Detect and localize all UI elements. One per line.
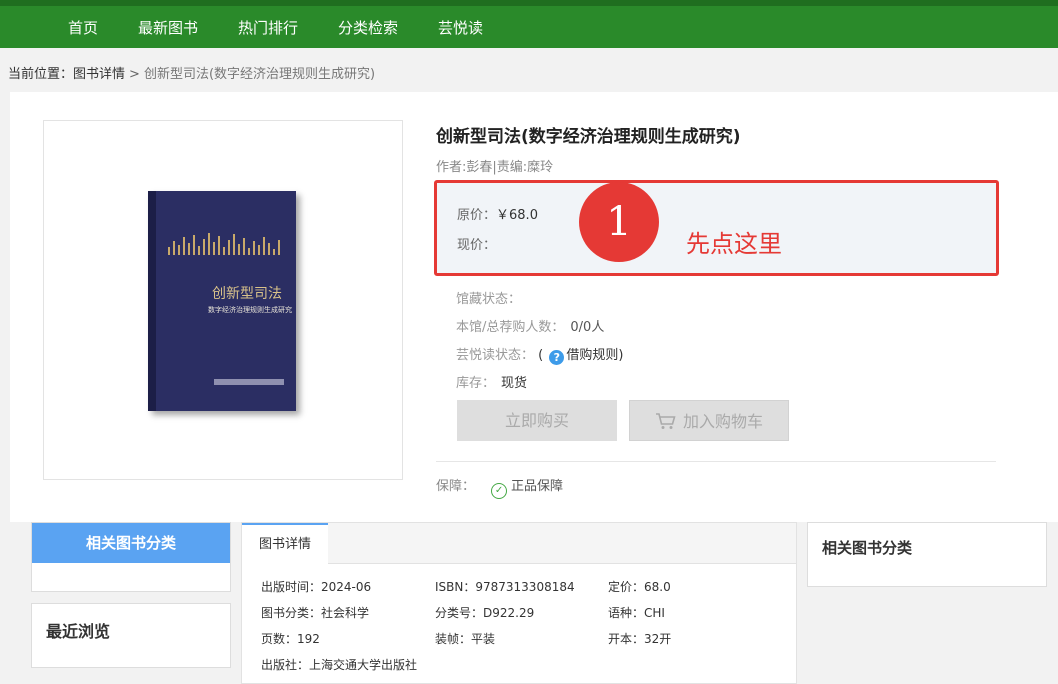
original-price: 原价：￥68.0: [457, 204, 538, 223]
related-categories-left: 相关图书分类: [31, 522, 231, 592]
book-title: 创新型司法(数字经济治理规则生成研究): [436, 127, 741, 147]
detail-publisher: 出版社：上海交通大学出版社: [261, 658, 418, 672]
breadcrumb-prefix: 当前位置：: [8, 67, 74, 82]
nav-yunyuedu[interactable]: 芸悦读: [438, 17, 483, 38]
stock-status: 库存： 现货: [456, 372, 527, 391]
cover-decoration: [168, 233, 286, 255]
top-nav: 首页 最新图书 热门排行 分类检索 芸悦读: [0, 0, 1058, 48]
original-price-value: ￥68.0: [496, 208, 538, 223]
guarantee-value: 正品保障: [511, 479, 564, 494]
step-instruction: 先点这里: [686, 230, 782, 258]
buyers-count: 本馆/总荐购人数： 0/0人: [456, 316, 604, 335]
breadcrumb-current: 创新型司法(数字经济治理规则生成研究): [143, 67, 376, 82]
buy-now-button[interactable]: 立即购买: [457, 400, 617, 441]
related-categories-right-title: 相关图书分类: [822, 539, 913, 557]
details-tab-bar: 图书详情: [242, 523, 796, 565]
breadcrumb-separator: >: [129, 67, 140, 82]
buyers-count-label: 本馆/总荐购人数：: [456, 320, 565, 335]
step-number-badge: 1: [579, 182, 659, 262]
yunyuedu-paren: (: [538, 348, 544, 363]
current-price: 现价：: [457, 234, 496, 253]
detail-category: 图书分类：社会科学: [261, 606, 370, 620]
buyers-count-value: 0/0人: [570, 320, 605, 335]
recent-browsing: 最近浏览: [31, 603, 231, 668]
yunyuedu-status-label: 芸悦读状态：: [456, 348, 535, 363]
add-to-cart-button[interactable]: 加入购物车: [629, 400, 789, 441]
guarantee-label: 保障：: [436, 479, 476, 494]
book-cover-frame: 创新型司法 数字经济治理规则生成研究: [43, 120, 403, 480]
cart-icon: [655, 413, 676, 429]
detail-format: 开本：32开: [608, 632, 672, 646]
detail-publish-date: 出版时间：2024-06: [261, 580, 372, 594]
detail-isbn: ISBN：9787313308184: [435, 580, 575, 594]
collection-status-label: 馆藏状态：: [456, 292, 522, 307]
cover-subtitle: 数字经济治理规则生成研究: [208, 306, 292, 314]
nav-home[interactable]: 首页: [68, 17, 98, 38]
borrow-rules-link[interactable]: 借购规则): [566, 348, 623, 363]
guarantee-row: 保障： ✓ 正品保障: [436, 475, 563, 499]
yunyuedu-status: 芸悦读状态： ( ? 借购规则): [456, 344, 623, 365]
collection-status: 馆藏状态：: [456, 288, 521, 307]
book-cover-image: 创新型司法 数字经济治理规则生成研究: [148, 191, 296, 411]
book-spine: [148, 191, 156, 411]
book-details-panel: 图书详情 出版时间：2024-06 ISBN：9787313308184 定价：…: [241, 522, 797, 684]
check-circle-icon: ✓: [491, 483, 508, 499]
breadcrumb-parent-link[interactable]: 图书详情: [73, 67, 125, 82]
current-price-label: 现价：: [457, 238, 497, 253]
detail-pages: 页数：192: [261, 632, 320, 646]
breadcrumb: 当前位置：图书详情 > 创新型司法(数字经济治理规则生成研究): [8, 63, 375, 82]
add-to-cart-label: 加入购物车: [682, 412, 763, 431]
book-author-line: 作者:彭春|责编:糜玲: [436, 160, 554, 175]
detail-language: 语种：CHI: [608, 606, 665, 620]
stock-label: 库存：: [456, 376, 496, 391]
recent-browsing-title: 最近浏览: [46, 622, 111, 641]
help-icon[interactable]: ?: [549, 350, 565, 365]
stock-value: 现货: [501, 376, 528, 391]
detail-class-number: 分类号：D922.29: [435, 606, 535, 620]
nav-new-books[interactable]: 最新图书: [138, 17, 198, 38]
tab-book-details[interactable]: 图书详情: [242, 523, 328, 565]
divider: [436, 461, 996, 462]
nav-category-search[interactable]: 分类检索: [338, 17, 398, 38]
cover-title: 创新型司法: [212, 286, 282, 302]
related-categories-header[interactable]: 相关图书分类: [32, 523, 230, 563]
detail-binding: 装帧：平装: [435, 632, 496, 646]
related-categories-right: 相关图书分类: [807, 522, 1047, 587]
detail-list-price: 定价：68.0: [608, 580, 671, 594]
nav-hot-ranking[interactable]: 热门排行: [238, 17, 298, 38]
original-price-label: 原价：: [457, 208, 497, 223]
cover-publisher-mark: [214, 379, 284, 385]
